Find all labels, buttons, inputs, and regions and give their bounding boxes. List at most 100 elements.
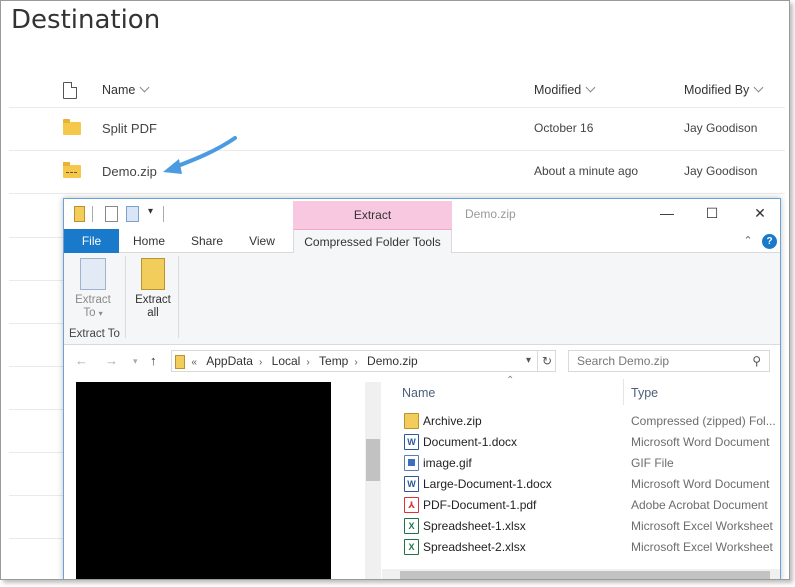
file-type-icon[interactable] (63, 82, 77, 99)
recent-locations-icon[interactable]: ▾ (133, 356, 138, 367)
zip-app-icon (74, 206, 85, 222)
list-item[interactable]: image.gif GIF File (394, 453, 780, 474)
row-modified: October 16 (534, 121, 594, 135)
file-type: Microsoft Excel Worksheet (631, 540, 773, 554)
breadcrumb-temp[interactable]: Temp (319, 354, 348, 368)
extract-context-header: Extract (293, 201, 452, 229)
extract-all-label-2: all (147, 307, 159, 319)
library-row-split-pdf[interactable]: Split PDF October 16 Jay Goodison (9, 108, 785, 151)
chevron-down-icon (585, 82, 596, 93)
address-input[interactable]: « AppData › Local › Temp › Demo.zip ▾ ↻ (171, 350, 556, 372)
ribbon-tabs: File Home Share View Compressed Folder T… (64, 229, 780, 254)
address-divider (537, 351, 538, 371)
file-type: Microsoft Excel Worksheet (631, 519, 773, 533)
page-title: Destination (11, 5, 161, 35)
file-name: Large-Document-1.docx (423, 477, 552, 491)
library-row-demo-zip[interactable]: Demo.zip About a minute ago Jay Goodison (9, 151, 785, 194)
address-dropdown-icon[interactable]: ▾ (526, 351, 531, 371)
properties-icon[interactable] (105, 206, 118, 222)
file-name: PDF-Document-1.pdf (423, 498, 537, 512)
list-item[interactable]: ⅄ PDF-Document-1.pdf Adobe Acrobat Docum… (394, 495, 780, 516)
list-item[interactable]: Archive.zip Compressed (zipped) Fol... (394, 411, 780, 432)
search-icon[interactable]: ⚲ (752, 351, 761, 371)
list-item[interactable]: X Spreadsheet-1.xlsx Microsoft Excel Wor… (394, 516, 780, 537)
breadcrumb-separator[interactable]: › (259, 357, 262, 368)
maximize-button[interactable]: ☐ (697, 203, 727, 223)
breadcrumb-local[interactable]: Local (272, 354, 301, 368)
file-type: Adobe Acrobat Document (631, 498, 768, 512)
new-folder-icon[interactable] (126, 206, 139, 222)
tab-file[interactable]: File (64, 229, 119, 253)
up-button[interactable]: ↑ (150, 353, 157, 368)
extract-all-button[interactable]: Extract all (130, 258, 176, 320)
row-name-link[interactable]: Demo.zip (102, 164, 157, 179)
ribbon-group-label: Extract To (69, 328, 120, 340)
back-button[interactable]: ← (75, 353, 88, 368)
chevron-down-icon (753, 82, 764, 93)
list-item[interactable]: W Document-1.docx Microsoft Word Documen… (394, 432, 780, 453)
quick-access-dropdown-icon[interactable]: ▾ (148, 206, 153, 222)
file-type: Compressed (zipped) Fol... (631, 414, 776, 428)
breadcrumb-separator[interactable]: › (354, 357, 357, 368)
column-header-type[interactable]: Type (631, 386, 658, 400)
minimize-button[interactable]: — (652, 203, 682, 223)
file-name: Document-1.docx (423, 435, 518, 449)
column-header-modified-by[interactable]: Modified By (684, 82, 764, 97)
row-name-link[interactable]: Split PDF (102, 121, 157, 136)
toolbar-divider (163, 206, 164, 222)
file-name: Spreadsheet-1.xlsx (423, 519, 526, 533)
extract-all-label: Extract (135, 294, 171, 306)
row-modified: About a minute ago (534, 164, 639, 178)
breadcrumb-appdata[interactable]: AppData (206, 354, 253, 368)
breadcrumb-separator[interactable]: › (306, 357, 309, 368)
row-modified-by[interactable]: Jay Goodison (684, 121, 757, 135)
forward-button[interactable]: → (105, 353, 118, 368)
list-item[interactable]: X Spreadsheet-2.xlsx Microsoft Excel Wor… (394, 537, 780, 558)
excel-worksheet-icon: X (404, 539, 419, 555)
tab-view[interactable]: View (239, 229, 285, 253)
row-modified-by[interactable]: Jay Goodison (684, 164, 757, 178)
column-separator[interactable] (623, 379, 624, 405)
file-type: GIF File (631, 456, 674, 470)
file-name: Spreadsheet-2.xlsx (423, 540, 526, 554)
list-item[interactable]: W Large-Document-1.docx Microsoft Word D… (394, 474, 780, 495)
navigation-scrollbar-thumb[interactable] (366, 439, 380, 481)
ribbon-group-divider (178, 256, 179, 338)
horizontal-scrollbar-thumb[interactable] (400, 571, 770, 579)
tab-home[interactable]: Home (126, 229, 172, 253)
column-header-name[interactable]: Name (402, 386, 435, 400)
row-divider (9, 366, 63, 367)
pdf-document-icon: ⅄ (404, 497, 419, 513)
navigation-scrollbar[interactable] (365, 382, 381, 579)
column-header-name[interactable]: Name (102, 82, 150, 97)
ribbon-panel: Extract To ▾ Extract To Extract all (64, 253, 780, 345)
title-bar: ▾ Extract Demo.zip — ☐ ✕ (64, 199, 780, 229)
sort-ascending-icon: ⌃ (506, 375, 515, 386)
word-document-icon: W (404, 434, 419, 450)
close-button[interactable]: ✕ (745, 203, 775, 223)
zip-folder-icon (63, 162, 81, 178)
row-divider (9, 538, 63, 539)
row-divider (9, 280, 63, 281)
callout-arrow-icon (163, 136, 237, 174)
tab-share[interactable]: Share (184, 229, 230, 253)
breadcrumb-demo-zip[interactable]: Demo.zip (367, 354, 418, 368)
search-input[interactable]: Search Demo.zip ⚲ (568, 350, 770, 372)
breadcrumb-overflow[interactable]: « (191, 357, 197, 368)
folder-icon (63, 119, 81, 135)
refresh-icon[interactable]: ↻ (542, 351, 552, 371)
chevron-down-icon: ▾ (98, 309, 103, 318)
column-header-modified[interactable]: Modified (534, 82, 596, 97)
row-divider (9, 452, 63, 453)
extract-to-button[interactable]: Extract To ▾ (70, 258, 116, 320)
collapse-ribbon-icon[interactable]: ⌃ (740, 229, 756, 253)
row-divider (9, 495, 63, 496)
excel-worksheet-icon: X (404, 518, 419, 534)
chevron-down-icon (139, 82, 150, 93)
navigation-pane[interactable] (76, 382, 331, 579)
search-placeholder: Search Demo.zip (577, 354, 670, 368)
address-bar-row: ← → ▾ ↑ « AppData › Local › Temp › Demo.zip… (64, 345, 780, 377)
help-icon[interactable]: ? (762, 234, 777, 249)
row-divider (9, 237, 63, 238)
tab-compressed-folder-tools[interactable]: Compressed Folder Tools (293, 229, 452, 254)
